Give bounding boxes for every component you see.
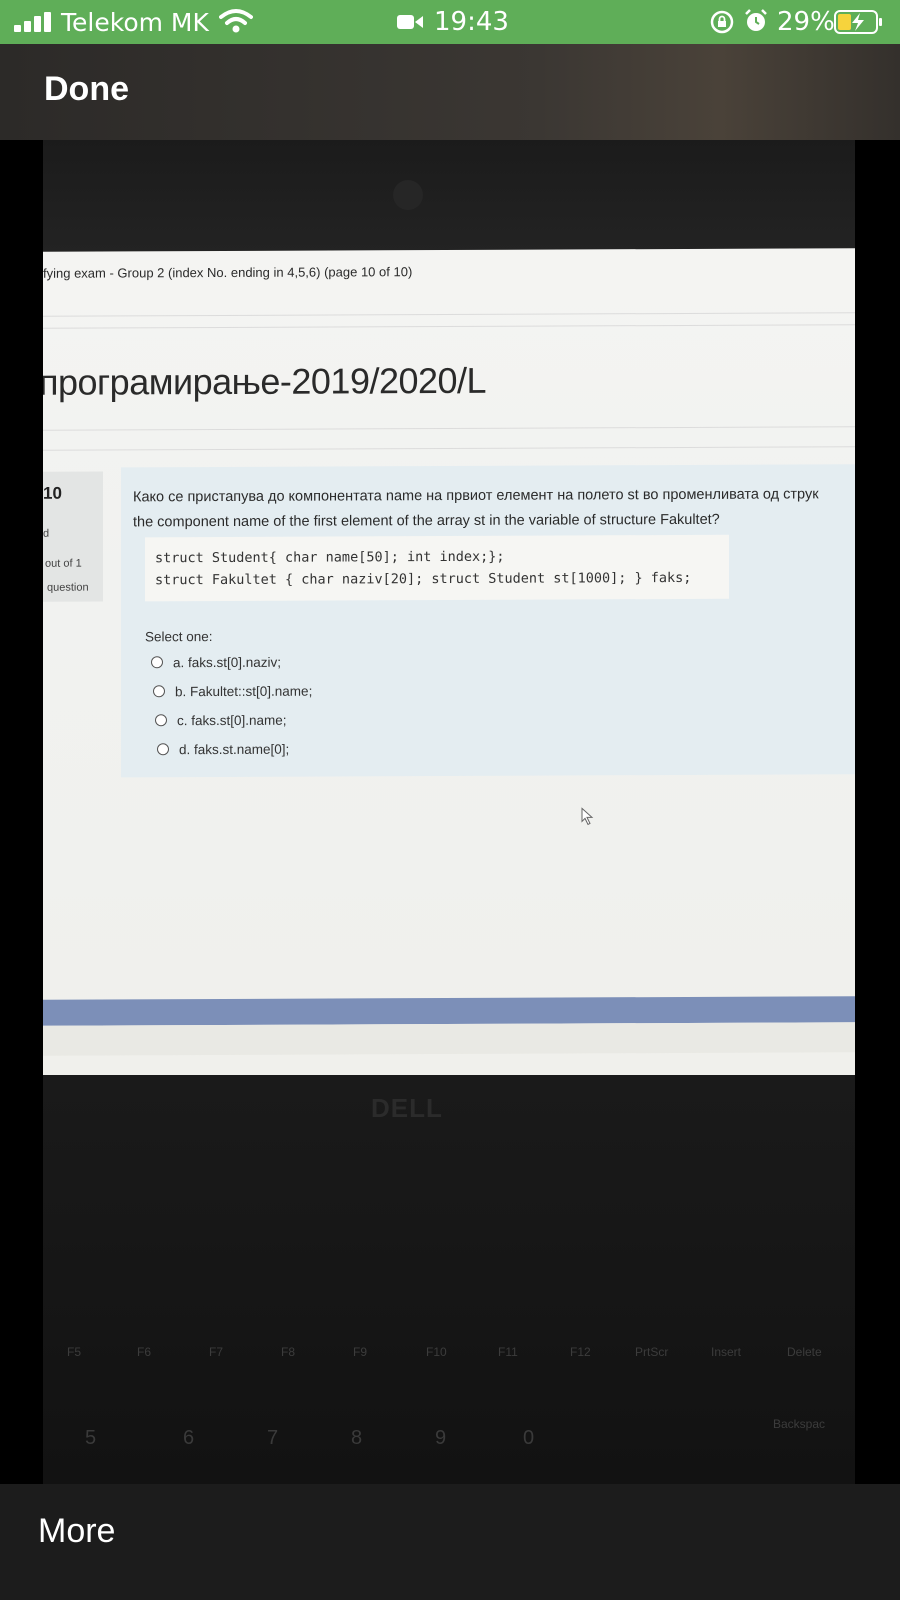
key-delete: Delete xyxy=(787,1345,822,1359)
question-info-panel: 10 d out of 1 question xyxy=(43,471,103,602)
battery-charging-icon xyxy=(834,10,882,34)
key-f11: F11 xyxy=(498,1345,518,1359)
key-f5: F5 xyxy=(67,1345,82,1359)
key-f7: F7 xyxy=(209,1345,224,1359)
more-button[interactable]: More xyxy=(38,1512,115,1551)
question-state: d xyxy=(43,527,50,540)
key-9: 9 xyxy=(435,1427,447,1449)
divider xyxy=(43,324,855,329)
mouse-cursor-icon xyxy=(581,807,594,826)
key-f9: F9 xyxy=(353,1345,368,1359)
answer-option-label: d. faks.st.name[0]; xyxy=(179,741,290,758)
laptop-bezel xyxy=(43,140,855,252)
question-text-line: the component name of the first element … xyxy=(133,511,720,531)
screen-recording-camera-icon xyxy=(397,15,423,29)
code-line: struct Student{ char name[50]; int index… xyxy=(155,548,505,567)
laptop-keyboard: DELL F5 F6 F7 F8 F9 F10 F11 F12 PrtScr I… xyxy=(43,1075,855,1484)
answer-option-label: c. faks.st[0].name; xyxy=(177,712,287,729)
key-f12: F12 xyxy=(570,1345,591,1359)
flag-question-link[interactable]: question xyxy=(47,582,89,594)
answer-option-d[interactable]: d. faks.st.name[0]; xyxy=(157,742,289,758)
question-box: Како се пристапува до компонентата name … xyxy=(121,464,855,778)
answer-option-b[interactable]: b. Fakultet::st[0].name; xyxy=(153,684,312,700)
course-title: програмирање-2019/2020/L xyxy=(43,359,487,403)
question-text: Како се пристапува до компонентата name … xyxy=(133,482,855,535)
taskbar-strip xyxy=(43,996,855,1026)
status-bar: Telekom MK 19:43 29% xyxy=(0,0,900,44)
carrier-name: Telekom MK xyxy=(61,8,209,37)
done-button[interactable]: Done xyxy=(44,70,129,109)
radio-button[interactable] xyxy=(151,656,163,669)
battery-percentage: 29% xyxy=(777,7,835,37)
key-insert: Insert xyxy=(711,1345,742,1359)
key-8: 8 xyxy=(351,1427,363,1449)
code-block: struct Student{ char name[50]; int index… xyxy=(145,534,729,602)
key-f6: F6 xyxy=(137,1345,152,1359)
viewer-bottom-bar: More xyxy=(0,1484,900,1600)
key-0: 0 xyxy=(523,1427,535,1449)
key-6: 6 xyxy=(183,1427,195,1449)
alarm-icon xyxy=(745,9,767,31)
webcam xyxy=(393,180,423,210)
divider xyxy=(43,426,855,431)
dell-logo: DELL xyxy=(371,1093,443,1123)
select-one-label: Select one: xyxy=(145,629,213,645)
radio-button[interactable] xyxy=(157,743,169,756)
key-backspace: Backspac xyxy=(773,1417,826,1431)
question-number: 10 xyxy=(43,483,62,503)
radio-button[interactable] xyxy=(155,714,167,727)
key-f8: F8 xyxy=(281,1345,296,1359)
viewer-top-bar: Done xyxy=(0,44,900,140)
answer-option-label: b. Fakultet::st[0].name; xyxy=(175,683,313,700)
question-text-line: Како се пристапува до компонентата name … xyxy=(133,486,819,506)
divider xyxy=(43,312,855,317)
answer-option-c[interactable]: c. faks.st[0].name; xyxy=(155,713,287,729)
key-5: 5 xyxy=(85,1427,97,1449)
screen-footer xyxy=(43,1022,855,1056)
question-mark: out of 1 xyxy=(45,557,82,570)
code-line: struct Fakultet { char naziv[20]; struct… xyxy=(155,569,692,589)
laptop-screen: fying exam - Group 2 (index No. ending i… xyxy=(43,248,855,1080)
answer-option-a[interactable]: a. faks.st[0].naziv; xyxy=(151,655,281,671)
key-7: 7 xyxy=(267,1427,279,1449)
breadcrumb: fying exam - Group 2 (index No. ending i… xyxy=(43,264,413,281)
answer-option-label: a. faks.st[0].naziv; xyxy=(173,654,282,671)
divider xyxy=(43,446,855,451)
photo-of-laptop-screen: fying exam - Group 2 (index No. ending i… xyxy=(43,140,855,1484)
key-prtscr: PrtScr xyxy=(635,1345,669,1359)
rotation-lock-icon xyxy=(710,10,734,34)
radio-button[interactable] xyxy=(153,685,165,698)
clock-time: 19:43 xyxy=(434,7,509,37)
cellular-signal-icon xyxy=(14,12,52,32)
wifi-icon xyxy=(219,9,253,33)
key-f10: F10 xyxy=(426,1345,447,1359)
